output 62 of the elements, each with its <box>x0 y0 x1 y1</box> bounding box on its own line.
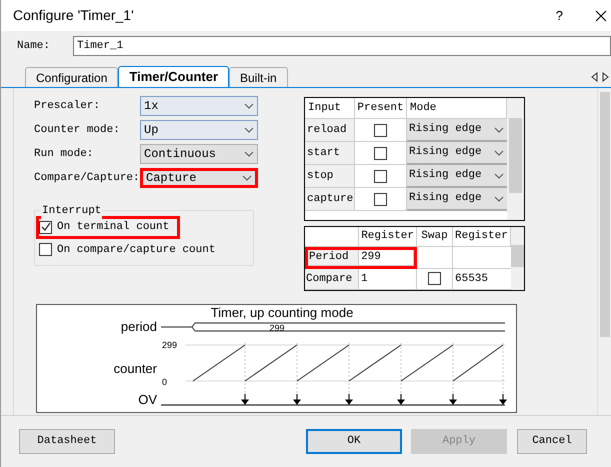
setting-label: Compare/Capture: <box>34 170 140 186</box>
mode-dropdown[interactable]: Rising edge <box>407 119 507 142</box>
tab[interactable]: Configuration <box>25 67 118 87</box>
tab-scroll-icon[interactable] <box>591 72 609 82</box>
setting-label: Prescaler: <box>34 98 102 114</box>
interrupt-option[interactable]: On terminal count <box>36 216 180 238</box>
column-header: Present <box>355 98 407 119</box>
register-row-label: Period 299 <box>305 246 417 269</box>
period-label: period <box>120 319 157 334</box>
scrollbar[interactable] <box>510 227 524 290</box>
checkbox[interactable] <box>39 220 52 234</box>
dropdown[interactable]: Up <box>140 120 258 140</box>
register-row-label: Compare 1 <box>305 268 417 290</box>
table-cell: start <box>305 142 355 165</box>
ov-label: OV <box>138 392 157 407</box>
column-header: Register <box>359 227 417 247</box>
setting-label: Counter mode: <box>34 122 121 138</box>
counter-max-label: 299 <box>162 340 178 350</box>
period-value: 299 <box>269 323 285 333</box>
name-label: Name: <box>17 38 52 54</box>
chevron-down-icon <box>244 127 254 133</box>
help-button[interactable]: ? <box>556 6 563 26</box>
tab[interactable]: Built-in <box>229 67 288 87</box>
dialog-button[interactable]: Cancel <box>517 429 587 454</box>
interrupt-option[interactable]: On compare/capture count <box>39 242 224 258</box>
corner-header-cell <box>305 227 359 247</box>
chevron-down-icon <box>494 172 504 178</box>
checkbox[interactable] <box>39 243 52 256</box>
chevron-down-icon <box>494 196 504 202</box>
scrollbar[interactable] <box>597 88 611 415</box>
chevron-down-icon <box>244 103 254 109</box>
dropdown[interactable]: Continuous <box>140 144 258 164</box>
chevron-down-icon <box>244 151 254 157</box>
checkbox[interactable] <box>374 192 387 206</box>
table-cell: capture <box>305 188 355 211</box>
mode-dropdown[interactable]: Rising edge <box>407 188 507 211</box>
setting-label: Run mode: <box>34 146 94 162</box>
diagram-title: Timer, up counting mode <box>210 305 354 320</box>
checkbox[interactable] <box>374 146 387 160</box>
table-cell: stop <box>305 165 355 188</box>
group-title: Interrupt <box>41 203 102 220</box>
counter-label: counter <box>114 361 157 376</box>
chevron-down-icon <box>242 175 252 181</box>
chevron-down-icon <box>494 150 504 156</box>
checkbox[interactable] <box>428 272 441 286</box>
counter-min-label: 0 <box>162 377 168 387</box>
window-title: Configure 'Timer_1' <box>13 6 134 25</box>
dropdown[interactable]: Capture <box>140 168 258 188</box>
dialog-button[interactable]: Datasheet <box>19 429 115 454</box>
mode-dropdown[interactable]: Rising edge <box>407 142 507 165</box>
scrollbar[interactable] <box>507 98 524 220</box>
dialog-button[interactable]: OK <box>306 429 402 454</box>
checkbox[interactable] <box>374 124 387 136</box>
checkbox[interactable] <box>374 170 387 182</box>
name-input[interactable]: Timer_1 <box>73 36 611 56</box>
table-cell: reload <box>305 119 355 142</box>
chevron-down-icon <box>494 126 504 132</box>
dropdown[interactable]: 1x <box>140 96 258 116</box>
tab[interactable]: Timer/Counter <box>118 66 229 87</box>
close-icon[interactable] <box>595 10 607 22</box>
mode-dropdown[interactable]: Rising edge <box>407 165 507 188</box>
column-header: Swap <box>417 227 453 247</box>
